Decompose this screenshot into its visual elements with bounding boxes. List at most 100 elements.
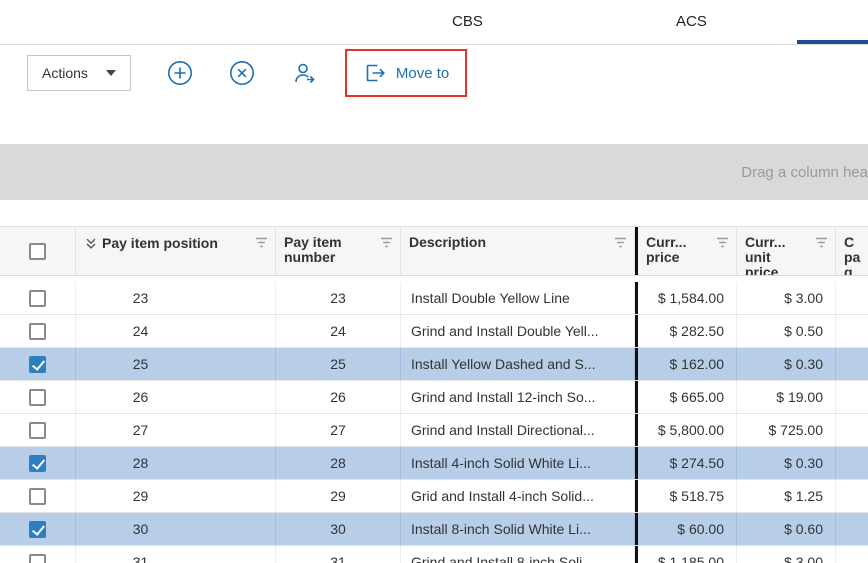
table-row[interactable]: 23 23 Install Double Yellow Line $ 1,584… (0, 282, 868, 315)
cell-position: 26 (76, 381, 276, 413)
cell-clipped (836, 546, 868, 563)
column-label-position: Pay item position (102, 236, 218, 251)
cell-number: 25 (276, 348, 401, 380)
filter-icon[interactable] (716, 237, 729, 249)
chevron-down-icon (106, 70, 116, 76)
cell-price: $ 282.50 (638, 315, 737, 347)
chevron-double-down-icon[interactable] (84, 237, 98, 251)
table-row[interactable]: 24 24 Grind and Install Double Yell... $… (0, 315, 868, 348)
tab-bar: CBS ACS (0, 0, 868, 45)
row-checkbox[interactable] (29, 422, 46, 439)
cell-unit-price: $ 0.30 (737, 348, 836, 380)
cell-description: Grid and Install 4-inch Solid... (401, 480, 635, 512)
table-row[interactable]: 29 29 Grid and Install 4-inch Solid... $… (0, 480, 868, 513)
move-to-button[interactable]: Move to (347, 51, 465, 95)
cell-price: $ 518.75 (638, 480, 737, 512)
row-checkbox[interactable] (29, 554, 46, 563)
add-button[interactable] (167, 60, 193, 86)
cell-position: 25 (76, 348, 276, 380)
cell-clipped (836, 447, 868, 479)
table-header: Pay item position Pay item number Descri… (0, 226, 868, 276)
highlight-box: Move to (345, 49, 467, 97)
toolbar: Actions (0, 45, 868, 101)
tab-cbs[interactable]: CBS (452, 13, 483, 30)
column-header-clipped[interactable]: C pa q (836, 227, 868, 275)
row-checkbox[interactable] (29, 389, 46, 406)
table-row[interactable]: 28 28 Install 4-inch Solid White Li... $… (0, 447, 868, 480)
actions-dropdown-button[interactable]: Actions (27, 55, 131, 91)
cell-unit-price: $ 725.00 (737, 414, 836, 446)
cell-position: 24 (76, 315, 276, 347)
active-tab-indicator (797, 40, 868, 44)
cell-description: Grind and Install 8-inch Soli... (401, 546, 635, 563)
cell-price: $ 274.50 (638, 447, 737, 479)
cell-price: $ 1,584.00 (638, 282, 737, 314)
cell-position: 29 (76, 480, 276, 512)
table-row[interactable]: 27 27 Grind and Install Directional... $… (0, 414, 868, 447)
cell-unit-price: $ 3.00 (737, 546, 836, 563)
cell-unit-price: $ 0.30 (737, 447, 836, 479)
row-checkbox[interactable] (29, 323, 46, 340)
cell-price: $ 5,800.00 (638, 414, 737, 446)
filter-icon[interactable] (614, 237, 627, 249)
cell-unit-price: $ 0.60 (737, 513, 836, 545)
table-row[interactable]: 26 26 Grind and Install 12-inch So... $ … (0, 381, 868, 414)
column-header-number[interactable]: Pay item number (276, 227, 401, 275)
cell-price: $ 1,185.00 (638, 546, 737, 563)
row-checkbox[interactable] (29, 356, 46, 373)
select-all-cell (0, 227, 76, 275)
assign-user-button[interactable] (291, 60, 317, 86)
column-label-price-line2: price (646, 250, 728, 265)
plus-circle-icon (167, 60, 193, 86)
cell-clipped (836, 282, 868, 314)
row-checkbox[interactable] (29, 455, 46, 472)
drag-column-hint: Drag a column hea (741, 164, 868, 181)
column-group-bar[interactable]: Drag a column hea (0, 144, 868, 200)
cell-unit-price: $ 19.00 (737, 381, 836, 413)
cell-clipped (836, 513, 868, 545)
cell-position: 28 (76, 447, 276, 479)
row-checkbox[interactable] (29, 521, 46, 538)
filter-icon[interactable] (815, 237, 828, 249)
cell-position: 23 (76, 282, 276, 314)
column-label-last-line1: C (844, 235, 868, 250)
row-checkbox[interactable] (29, 488, 46, 505)
tab-acs[interactable]: ACS (676, 13, 707, 30)
table-row[interactable]: 25 25 Install Yellow Dashed and S... $ 1… (0, 348, 868, 381)
select-all-checkbox[interactable] (29, 243, 46, 260)
cell-unit-price: $ 1.25 (737, 480, 836, 512)
cell-description: Grind and Install Directional... (401, 414, 635, 446)
filter-icon[interactable] (255, 237, 268, 249)
cell-clipped (836, 414, 868, 446)
cell-number: 30 (276, 513, 401, 545)
column-header-current-unit-price[interactable]: Curr... unit price (737, 227, 836, 275)
column-label-last-line3: q (844, 265, 868, 275)
cell-number: 26 (276, 381, 401, 413)
assign-user-icon (291, 60, 317, 86)
cell-clipped (836, 315, 868, 347)
pay-items-grid: Pay item position Pay item number Descri… (0, 226, 868, 563)
column-label-description: Description (409, 234, 486, 250)
cell-number: 27 (276, 414, 401, 446)
cell-number: 28 (276, 447, 401, 479)
column-header-position[interactable]: Pay item position (76, 227, 276, 275)
column-header-description[interactable]: Description (401, 227, 635, 275)
cell-description: Grind and Install Double Yell... (401, 315, 635, 347)
cell-unit-price: $ 3.00 (737, 282, 836, 314)
table-row[interactable]: 30 30 Install 8-inch Solid White Li... $… (0, 513, 868, 546)
cell-number: 29 (276, 480, 401, 512)
column-label-unit-line2: unit (745, 250, 827, 265)
table-row[interactable]: 31 31 Grind and Install 8-inch Soli... $… (0, 546, 868, 563)
cell-clipped (836, 480, 868, 512)
cell-clipped (836, 348, 868, 380)
cell-price: $ 60.00 (638, 513, 737, 545)
row-checkbox[interactable] (29, 290, 46, 307)
cell-description: Grind and Install 12-inch So... (401, 381, 635, 413)
cell-description: Install Yellow Dashed and S... (401, 348, 635, 380)
delete-button[interactable] (229, 60, 255, 86)
column-header-current-price[interactable]: Curr... price (638, 227, 737, 275)
cell-clipped (836, 381, 868, 413)
filter-icon[interactable] (380, 237, 393, 249)
column-label-unit-line3: price (745, 265, 827, 275)
cell-description: Install 4-inch Solid White Li... (401, 447, 635, 479)
